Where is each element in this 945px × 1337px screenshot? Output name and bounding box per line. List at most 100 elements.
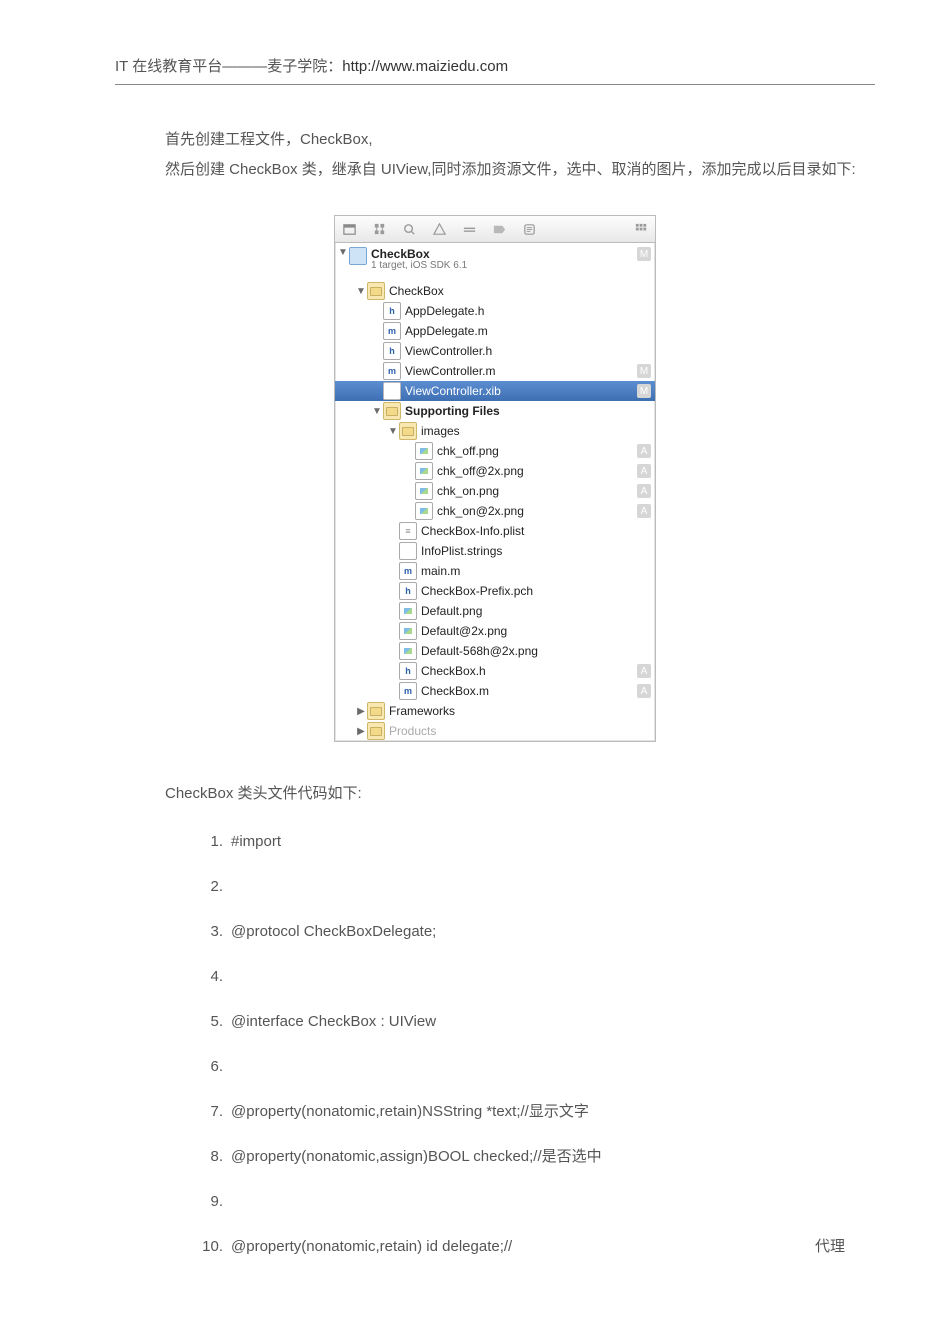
code-line: 10.@property(nonatomic,retain) id delega… bbox=[195, 1236, 875, 1257]
file-label: CheckBox-Prefix.pch bbox=[421, 584, 651, 598]
code-line: 4. bbox=[195, 966, 875, 987]
m-icon: m bbox=[399, 562, 417, 580]
file-checkbox-h[interactable]: hCheckBox.hA bbox=[335, 661, 655, 681]
code-line: 2. bbox=[195, 876, 875, 897]
code-text: #import bbox=[231, 831, 281, 852]
file-chk-on[interactable]: chk_on.pngA bbox=[335, 481, 655, 501]
file-viewcontroller-h[interactable]: hViewController.h bbox=[335, 341, 655, 361]
disclosure-icon[interactable] bbox=[355, 726, 367, 737]
file-label: ViewController.xib bbox=[405, 384, 635, 398]
img-icon bbox=[399, 622, 417, 640]
file-label: CheckBox.m bbox=[421, 684, 635, 698]
img-icon bbox=[415, 442, 433, 460]
scm-badge: A bbox=[637, 464, 651, 478]
file-chk-on-2x[interactable]: chk_on@2x.pngA bbox=[335, 501, 655, 521]
file-label: ViewController.m bbox=[405, 364, 635, 378]
header-url[interactable]: http://www.maiziedu.com bbox=[342, 58, 508, 75]
project-name: CheckBox bbox=[371, 247, 467, 261]
folder-frameworks[interactable]: Frameworks bbox=[335, 701, 655, 721]
line-number: 9. bbox=[195, 1191, 223, 1212]
code-text: @interface CheckBox : UIView bbox=[231, 1011, 436, 1032]
code-line: 9. bbox=[195, 1191, 875, 1212]
file-appdelegate-m[interactable]: mAppDelegate.m bbox=[335, 321, 655, 341]
scm-badge: A bbox=[637, 504, 651, 518]
folder-checkbox[interactable]: CheckBox bbox=[335, 281, 655, 301]
file-label: images bbox=[421, 424, 651, 438]
code-text: @protocol CheckBoxDelegate; bbox=[231, 921, 436, 942]
plist-icon bbox=[399, 522, 417, 540]
file-default-2x[interactable]: Default@2x.png bbox=[335, 621, 655, 641]
file-label: CheckBox-Info.plist bbox=[421, 524, 651, 538]
file-label: Default@2x.png bbox=[421, 624, 651, 638]
scm-badge: A bbox=[637, 684, 651, 698]
disclosure-icon[interactable] bbox=[387, 426, 399, 437]
strings-icon bbox=[399, 542, 417, 560]
line-number: 2. bbox=[195, 876, 223, 897]
file-tree: CheckBox 1 target, iOS SDK 6.1 M CheckBo… bbox=[335, 243, 655, 741]
file-chk-off-2x[interactable]: chk_off@2x.pngA bbox=[335, 461, 655, 481]
m-icon: m bbox=[383, 322, 401, 340]
file-label: Default-568h@2x.png bbox=[421, 644, 651, 658]
nav-log-icon[interactable] bbox=[521, 221, 537, 237]
scm-badge: A bbox=[637, 484, 651, 498]
scm-badge: A bbox=[637, 444, 651, 458]
nav-issue-icon[interactable] bbox=[431, 221, 447, 237]
h-icon: h bbox=[399, 662, 417, 680]
xcode-screenshot: CheckBox 1 target, iOS SDK 6.1 M CheckBo… bbox=[115, 215, 875, 742]
project-root[interactable]: CheckBox 1 target, iOS SDK 6.1 M bbox=[335, 245, 655, 281]
nav-symbol-icon[interactable] bbox=[371, 221, 387, 237]
nav-search-icon[interactable] bbox=[401, 221, 417, 237]
file-prefix-pch[interactable]: h CheckBox-Prefix.pch bbox=[335, 581, 655, 601]
code-line: 1.#import bbox=[195, 831, 875, 852]
file-infoplist-strings[interactable]: InfoPlist.strings bbox=[335, 541, 655, 561]
header-prefix: IT 在线教育平台———麦子学院： bbox=[115, 58, 342, 75]
img-icon bbox=[399, 642, 417, 660]
file-appdelegate-h[interactable]: hAppDelegate.h bbox=[335, 301, 655, 321]
folder-icon bbox=[367, 282, 385, 300]
h-icon: h bbox=[383, 342, 401, 360]
file-viewcontroller-m[interactable]: mViewController.mM bbox=[335, 361, 655, 381]
file-default[interactable]: Default.png bbox=[335, 601, 655, 621]
disclosure-icon[interactable] bbox=[355, 286, 367, 297]
file-checkbox-m[interactable]: m CheckBox.mA bbox=[335, 681, 655, 701]
folder-images[interactable]: images bbox=[335, 421, 655, 441]
page-header: IT 在线教育平台———麦子学院：http://www.maiziedu.com bbox=[115, 55, 875, 85]
code-comment-right: 代理 bbox=[815, 1236, 875, 1257]
h-icon: h bbox=[383, 302, 401, 320]
code-text: @property(nonatomic,assign)BOOL checked;… bbox=[231, 1146, 602, 1167]
scm-badge: M bbox=[637, 384, 651, 398]
file-label: chk_off.png bbox=[437, 444, 635, 458]
file-label: main.m bbox=[421, 564, 651, 578]
disclosure-icon[interactable] bbox=[337, 247, 349, 258]
para-line-2: 然后创建 CheckBox 类，继承自 UIView,同时添加资源文件，选中、取… bbox=[165, 161, 856, 178]
file-label: Products bbox=[389, 724, 651, 738]
file-viewcontroller-xib[interactable]: ViewController.xibM bbox=[335, 381, 655, 401]
document-page: IT 在线教育平台———麦子学院：http://www.maiziedu.com… bbox=[0, 0, 945, 1337]
file-main-m[interactable]: m main.m bbox=[335, 561, 655, 581]
folder-icon bbox=[367, 722, 385, 740]
folder-products[interactable]: Products bbox=[335, 721, 655, 741]
nav-project-icon[interactable] bbox=[341, 221, 357, 237]
line-number: 8. bbox=[195, 1146, 223, 1167]
para-line-1: 首先创建工程文件，CheckBox, bbox=[165, 131, 373, 148]
code-line: 6. bbox=[195, 1056, 875, 1077]
disclosure-icon[interactable] bbox=[371, 406, 383, 417]
line-number: 5. bbox=[195, 1011, 223, 1032]
code-line: 8. @property(nonatomic,assign)BOOL checke… bbox=[195, 1146, 875, 1167]
folder-icon bbox=[399, 422, 417, 440]
file-label: chk_on@2x.png bbox=[437, 504, 635, 518]
folder-supporting-files[interactable]: Supporting Files bbox=[335, 401, 655, 421]
file-info-plist[interactable]: CheckBox-Info.plist bbox=[335, 521, 655, 541]
file-default-568h[interactable]: Default-568h@2x.png bbox=[335, 641, 655, 661]
code-line: 7.@property(nonatomic,retain)NSString *t… bbox=[195, 1101, 875, 1122]
m-icon: m bbox=[399, 682, 417, 700]
nav-debug-icon[interactable] bbox=[461, 221, 477, 237]
pch-icon: h bbox=[399, 582, 417, 600]
line-number: 3. bbox=[195, 921, 223, 942]
disclosure-icon[interactable] bbox=[355, 706, 367, 717]
nav-grid-icon[interactable] bbox=[633, 221, 649, 237]
line-number: 10. bbox=[195, 1236, 223, 1257]
nav-breakpoint-icon[interactable] bbox=[491, 221, 507, 237]
file-label: CheckBox.h bbox=[421, 664, 635, 678]
file-chk-off[interactable]: chk_off.pngA bbox=[335, 441, 655, 461]
